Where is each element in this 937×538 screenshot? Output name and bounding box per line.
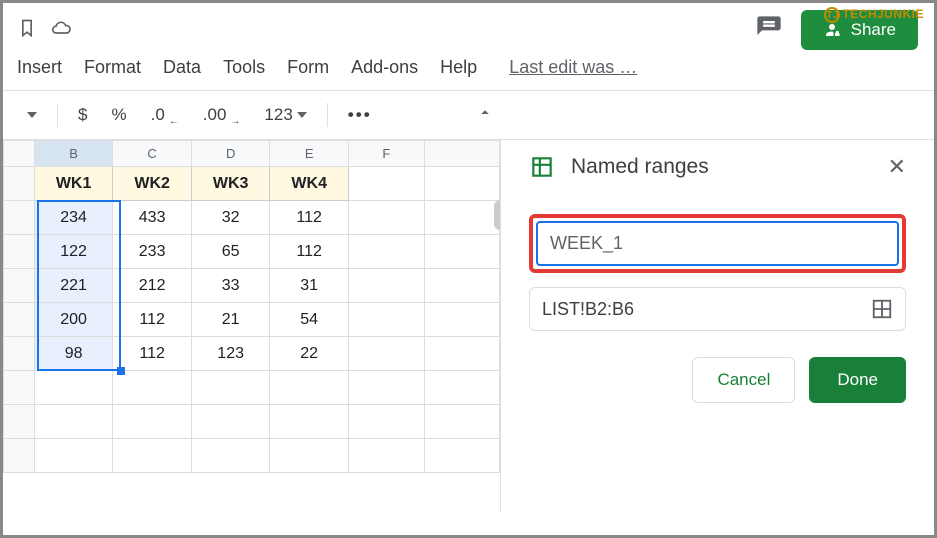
increase-decimal-button[interactable]: .00→ <box>193 99 251 131</box>
cell[interactable]: 123 <box>191 337 270 371</box>
cell[interactable]: 112 <box>270 201 349 235</box>
percent-button[interactable]: % <box>101 99 136 131</box>
share-label: Share <box>851 20 896 40</box>
cell[interactable]: 22 <box>270 337 349 371</box>
column-header[interactable]: D <box>191 141 270 167</box>
range-reference-input[interactable] <box>542 299 871 320</box>
week-header[interactable]: WK3 <box>191 167 270 201</box>
name-input-highlight <box>529 214 906 273</box>
named-ranges-panel: Named ranges ✕ Cancel Done <box>501 140 934 512</box>
menu-data[interactable]: Data <box>163 57 201 78</box>
cell[interactable]: 21 <box>191 303 270 337</box>
select-range-icon[interactable] <box>871 298 893 320</box>
cell[interactable]: 200 <box>34 303 113 337</box>
column-header[interactable]: F <box>348 141 424 167</box>
done-button[interactable]: Done <box>809 357 906 403</box>
more-tools-button[interactable]: ••• <box>338 99 382 131</box>
menu-addons[interactable]: Add-ons <box>351 57 418 78</box>
range-name-input[interactable] <box>536 221 899 266</box>
cell[interactable]: 54 <box>270 303 349 337</box>
menu-insert[interactable]: Insert <box>17 57 62 78</box>
column-header[interactable]: B <box>34 141 113 167</box>
cell[interactable]: 212 <box>113 269 192 303</box>
close-icon[interactable]: ✕ <box>888 154 906 180</box>
menu-form[interactable]: Form <box>287 57 329 78</box>
cell[interactable]: 433 <box>113 201 192 235</box>
column-header[interactable]: C <box>113 141 192 167</box>
cell[interactable]: 221 <box>34 269 113 303</box>
cell[interactable]: 65 <box>191 235 270 269</box>
cell[interactable]: 32 <box>191 201 270 235</box>
watermark: TJTECHJUNKIE <box>824 7 924 23</box>
week-header[interactable]: WK1 <box>34 167 113 201</box>
star-icon[interactable] <box>17 18 37 43</box>
cell[interactable]: 112 <box>113 337 192 371</box>
week-header[interactable]: WK4 <box>270 167 349 201</box>
week-header[interactable]: WK2 <box>113 167 192 201</box>
person-lock-icon <box>823 21 841 39</box>
menu-bar: Insert Format Data Tools Form Add-ons He… <box>3 47 934 91</box>
cell[interactable]: 31 <box>270 269 349 303</box>
number-format-dropdown[interactable]: 123 <box>254 99 316 131</box>
last-edit-link[interactable]: Last edit was … <box>509 57 637 78</box>
separator <box>57 103 58 127</box>
column-header[interactable]: E <box>270 141 349 167</box>
separator <box>327 103 328 127</box>
zoom-dropdown[interactable] <box>17 104 47 126</box>
cell[interactable]: 234 <box>34 201 113 235</box>
menu-tools[interactable]: Tools <box>223 57 265 78</box>
comment-icon[interactable] <box>755 14 783 47</box>
cell[interactable]: 98 <box>34 337 113 371</box>
selection-handle[interactable] <box>117 367 125 375</box>
collapse-toolbar-icon[interactable] <box>476 104 494 127</box>
cell[interactable]: 33 <box>191 269 270 303</box>
cell[interactable]: 233 <box>113 235 192 269</box>
cancel-button[interactable]: Cancel <box>692 357 795 403</box>
menu-format[interactable]: Format <box>84 57 141 78</box>
panel-title: Named ranges <box>571 155 872 179</box>
scrollbar-thumb[interactable] <box>494 200 501 230</box>
currency-button[interactable]: $ <box>68 99 97 131</box>
column-header[interactable] <box>424 141 499 167</box>
cloud-icon[interactable] <box>51 18 71 43</box>
title-bar: Share <box>3 3 934 47</box>
cell[interactable]: 112 <box>270 235 349 269</box>
menu-help[interactable]: Help <box>440 57 477 78</box>
cell[interactable]: 122 <box>34 235 113 269</box>
spreadsheet-grid[interactable]: BCDEF WK1WK2WK3WK4 234433321121222336511… <box>3 140 501 512</box>
cell[interactable]: 112 <box>113 303 192 337</box>
decrease-decimal-button[interactable]: .0← <box>141 99 189 131</box>
sheets-icon <box>529 154 555 180</box>
toolbar: $ % .0← .00→ 123 ••• <box>3 91 934 140</box>
